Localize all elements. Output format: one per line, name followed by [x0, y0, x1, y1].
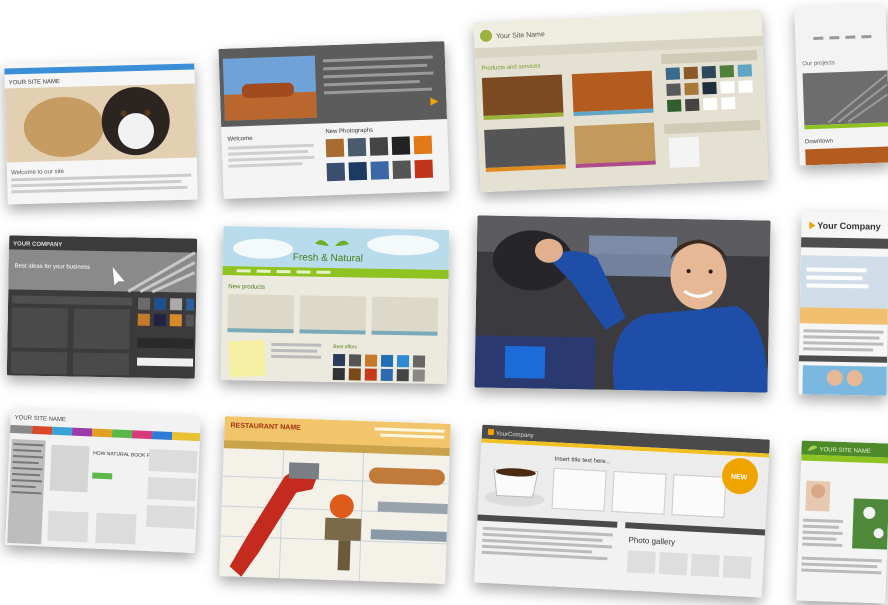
company-template-right-thumbnail[interactable]: Your Company: [798, 211, 888, 396]
copper-pipe: [368, 467, 445, 486]
fresh-natural-template-thumbnail[interactable]: Fresh & Natural New products Best offers: [220, 226, 450, 384]
outback-caption: Welcome: [228, 136, 254, 143]
map-panel: [852, 498, 888, 550]
template-gallery: YOUR SITE NAME Welcome to our site Welco…: [0, 0, 888, 605]
grey-template-right-thumbnail[interactable]: Our projects Downtown: [794, 4, 888, 166]
grey-right-caption: Our projects: [802, 60, 835, 67]
grey-right-sub: Downtown: [805, 138, 833, 145]
fresh-caption: New products: [228, 284, 265, 291]
dark-template-thumbnail[interactable]: YOUR COMPANY Best ideas for your busines…: [6, 235, 198, 379]
coffee-template-thumbnail[interactable]: YourCompany Insert title text here... NE…: [474, 424, 770, 598]
book-template-thumbnail[interactable]: YOUR SITE NAME HOW NATURAL BOOK PUBLISHI…: [5, 408, 201, 554]
mechanic-photo-thumbnail[interactable]: [474, 215, 771, 393]
fresh-logo-text: Fresh & Natural: [293, 252, 363, 264]
green-template-right-thumbnail[interactable]: YOUR SITE NAME: [796, 440, 888, 604]
couple-photo: [802, 365, 887, 396]
restaurant-template-thumbnail[interactable]: RESTAURANT NAME: [219, 416, 451, 584]
new-badge-label: NEW: [731, 474, 748, 482]
pets-template-thumbnail[interactable]: YOUR SITE NAME Welcome to our site: [4, 59, 198, 205]
olive-template-thumbnail[interactable]: Your Site Name Products and services: [473, 9, 769, 193]
fresh-sub: Best offers: [333, 344, 357, 350]
dark-company-name: YOUR COMPANY: [13, 241, 62, 248]
company-right-name: Your Company: [817, 221, 881, 232]
outback-template-thumbnail[interactable]: Welcome New Photographs: [218, 41, 450, 199]
